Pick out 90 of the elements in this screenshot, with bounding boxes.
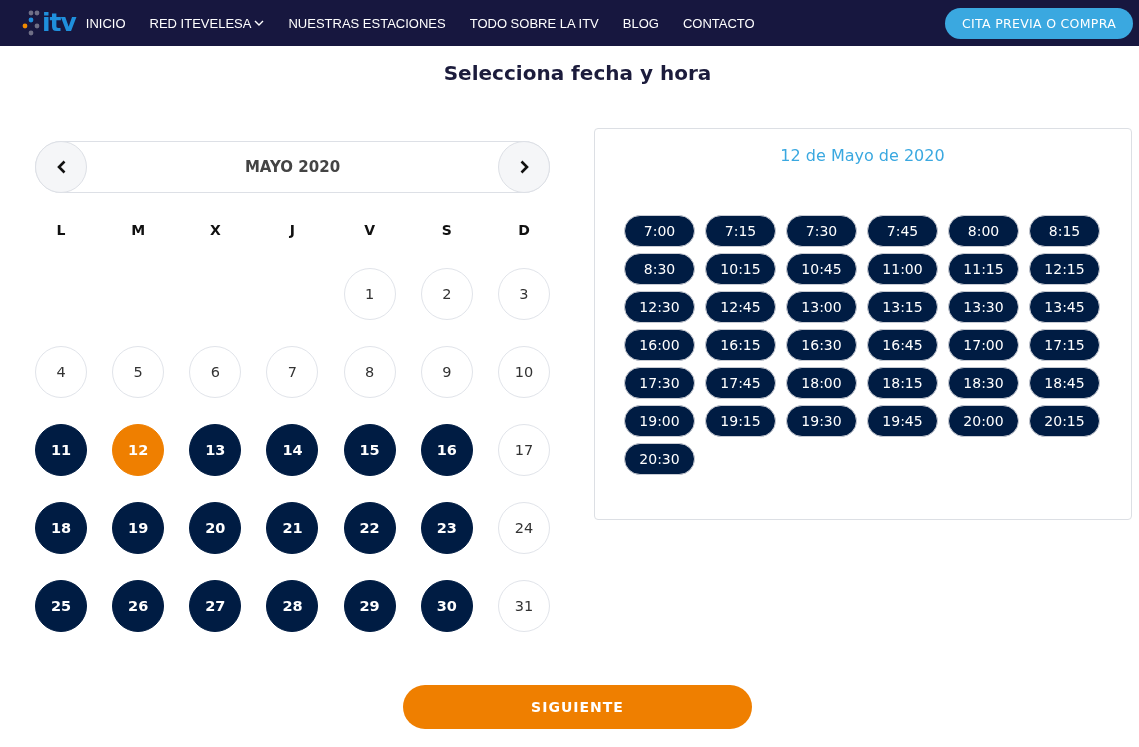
time-slot[interactable]: 17:45	[705, 367, 776, 399]
time-slot[interactable]: 7:45	[867, 215, 938, 247]
weekday-label: X	[208, 221, 222, 240]
calendar-day[interactable]: 15	[343, 424, 396, 476]
nav-link[interactable]: BLOG	[622, 15, 659, 31]
time-slot[interactable]: 18:15	[867, 367, 938, 399]
time-slot[interactable]: 13:30	[948, 291, 1019, 323]
time-slot[interactable]: 19:15	[705, 405, 776, 437]
selected-date: 12 de Mayo de 2020	[779, 146, 946, 166]
time-slot[interactable]: 18:45	[1029, 367, 1100, 399]
unavailable-day: 1	[343, 268, 396, 320]
time-slot[interactable]: 8:15	[1029, 215, 1100, 247]
weekday-label: M	[130, 221, 147, 240]
time-slot[interactable]: 20:15	[1029, 405, 1100, 437]
time-slot[interactable]: 10:15	[705, 253, 776, 285]
month-label: MAYO 2020	[244, 158, 341, 176]
time-slot[interactable]: 12:15	[1029, 253, 1100, 285]
calendar-day[interactable]: 30	[420, 580, 473, 632]
calendar-day[interactable]: 16	[420, 424, 473, 476]
prev-month-button[interactable]	[35, 141, 87, 193]
weekday-label: D	[517, 221, 531, 240]
calendar-day[interactable]: 19	[112, 502, 165, 554]
calendar-day[interactable]: 20	[189, 502, 242, 554]
time-slot[interactable]: 17:15	[1029, 329, 1100, 361]
calendar-day[interactable]: 11	[35, 424, 87, 476]
time-slot[interactable]: 11:15	[948, 253, 1019, 285]
unavailable-day: 2	[420, 268, 473, 320]
calendar-day[interactable]: 21	[266, 502, 319, 554]
unavailable-day: 6	[189, 346, 242, 398]
nav-link[interactable]: NUESTRAS ESTACIONES	[288, 15, 446, 31]
unavailable-day: 10	[497, 346, 550, 398]
time-slot[interactable]: 8:30	[624, 253, 695, 285]
unavailable-day: 9	[420, 346, 473, 398]
time-slot[interactable]: 12:30	[624, 291, 695, 323]
calendar-day[interactable]: 26	[112, 580, 165, 632]
logo-wordmark[interactable]: itv	[42, 10, 76, 36]
time-slot[interactable]: 19:30	[786, 405, 857, 437]
chevron-left-icon	[56, 160, 66, 174]
time-slot[interactable]: 13:15	[867, 291, 938, 323]
time-slot[interactable]: 7:30	[786, 215, 857, 247]
unavailable-day: 17	[497, 424, 550, 476]
time-slot[interactable]: 13:00	[786, 291, 857, 323]
calendar-day[interactable]: 25	[35, 580, 87, 632]
time-slot[interactable]: 20:30	[624, 443, 695, 475]
time-slot[interactable]: 7:15	[705, 215, 776, 247]
weekday-label: S	[440, 221, 453, 240]
time-slot[interactable]: 16:15	[705, 329, 776, 361]
unavailable-day: 4	[35, 346, 87, 398]
calendar-day[interactable]: 29	[343, 580, 396, 632]
time-slot[interactable]: 16:30	[786, 329, 857, 361]
time-slot[interactable]: 16:45	[867, 329, 938, 361]
weekday-label: J	[288, 221, 297, 240]
time-slot[interactable]: 17:00	[948, 329, 1019, 361]
nav-link[interactable]: TODO SOBRE LA ITV	[469, 15, 599, 31]
calendar-day[interactable]: 28	[266, 580, 319, 632]
dots-icon	[22, 10, 40, 36]
unavailable-day: 24	[497, 502, 550, 554]
time-slot[interactable]: 20:00	[948, 405, 1019, 437]
unavailable-day: 3	[497, 268, 550, 320]
time-slot[interactable]: 10:45	[786, 253, 857, 285]
time-slot[interactable]: 18:00	[786, 367, 857, 399]
calendar-day[interactable]: 13	[189, 424, 242, 476]
weekday-label: V	[363, 221, 377, 240]
chevron-down-icon	[254, 20, 265, 26]
unavailable-day: 8	[343, 346, 396, 398]
weekday-label: L	[55, 221, 67, 240]
calendar-day[interactable]: 27	[189, 580, 242, 632]
nav-link[interactable]: CONTACTO	[682, 15, 755, 31]
time-slot[interactable]: 8:00	[948, 215, 1019, 247]
chevron-right-icon	[519, 160, 529, 174]
time-slot[interactable]: 19:45	[867, 405, 938, 437]
time-slot[interactable]: 17:30	[624, 367, 695, 399]
calendar-day[interactable]: 14	[266, 424, 319, 476]
time-slot[interactable]: 19:00	[624, 405, 695, 437]
calendar-day[interactable]: 18	[35, 502, 87, 554]
time-slot[interactable]: 12:45	[705, 291, 776, 323]
next-month-button[interactable]	[498, 141, 550, 193]
time-slot[interactable]: 11:00	[867, 253, 938, 285]
nav-link[interactable]: RED ITEVELESA	[149, 15, 265, 31]
nav-link[interactable]: INICIO	[85, 15, 126, 31]
calendar-day[interactable]: 23	[420, 502, 473, 554]
time-slot[interactable]: 16:00	[624, 329, 695, 361]
unavailable-day: 31	[497, 580, 550, 632]
unavailable-day: 7	[266, 346, 319, 398]
time-slot[interactable]: 18:30	[948, 367, 1019, 399]
unavailable-day: 5	[112, 346, 165, 398]
time-slot[interactable]: 7:00	[624, 215, 695, 247]
page-title: Selecciona fecha y hora	[443, 60, 712, 86]
time-slot[interactable]: 13:45	[1029, 291, 1100, 323]
calendar-day[interactable]: 22	[343, 502, 396, 554]
